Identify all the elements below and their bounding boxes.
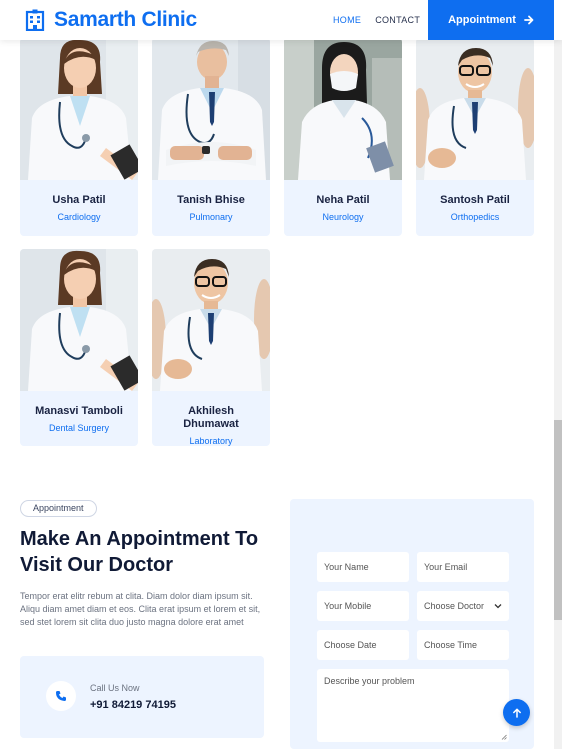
doctor-name: Usha Patil <box>52 194 106 206</box>
nav-links: HOME CONTACT <box>333 15 420 25</box>
doctor-card[interactable]: Usha Patil Cardiology <box>20 38 138 236</box>
doctor-card[interactable]: Tanish Bhise Pulmonary <box>152 38 270 236</box>
email-placeholder: Your Email <box>424 562 468 572</box>
doctor-photo <box>152 249 270 391</box>
email-input[interactable]: Your Email <box>417 552 509 582</box>
doctor-info: Manasvi Tamboli Dental Surgery <box>20 391 138 446</box>
doctor-specialty: Neurology <box>322 212 364 222</box>
doctor-info: Usha Patil Cardiology <box>20 180 138 236</box>
doctor-name: Neha Patil <box>316 194 370 206</box>
section-title: Make An Appointment To Visit Our Doctor <box>20 528 259 576</box>
hospital-icon <box>25 9 45 31</box>
nav-contact-link[interactable]: CONTACT <box>375 15 420 25</box>
doctor-name: Santosh Patil <box>440 194 510 206</box>
doctor-photo <box>20 38 138 180</box>
chevron-down-icon <box>494 604 502 609</box>
mobile-input[interactable]: Your Mobile <box>317 591 409 621</box>
appointment-button[interactable]: Appointment <box>428 0 554 40</box>
doctor-name: Akhilesh Dhumawat <box>183 405 239 430</box>
doctor-name: Tanish Bhise <box>177 194 245 206</box>
doctor-select[interactable]: Choose Doctor <box>417 591 509 621</box>
call-us-card: Call Us Now +91 84219 74195 <box>20 656 264 738</box>
doctor-info: Santosh Patil Orthopedics <box>416 180 534 236</box>
nav-home-link[interactable]: HOME <box>333 15 361 25</box>
doctor-photo <box>284 38 402 180</box>
date-input[interactable]: Choose Date <box>317 630 409 660</box>
doctor-specialty: Orthopedics <box>450 212 500 222</box>
call-label: Call Us Now <box>90 683 140 693</box>
doctor-select-value: Choose Doctor <box>424 601 485 611</box>
phone-icon[interactable] <box>46 681 76 711</box>
back-to-top-button[interactable] <box>503 699 530 726</box>
scrollbar-track[interactable] <box>554 40 562 749</box>
doctor-specialty: Laboratory <box>189 436 233 446</box>
scrollbar-thumb[interactable] <box>554 420 562 620</box>
time-input[interactable]: Choose Time <box>417 630 509 660</box>
doctor-card[interactable]: Santosh Patil Orthopedics <box>416 38 534 236</box>
arrow-up-icon <box>512 708 521 718</box>
doctor-info: Tanish Bhise Pulmonary <box>152 180 270 236</box>
doctor-specialty: Cardiology <box>57 212 101 222</box>
section-description: Tempor erat elitr rebum at clita. Diam d… <box>20 591 261 627</box>
appointment-button-label: Appointment <box>448 14 516 26</box>
name-placeholder: Your Name <box>324 562 369 572</box>
doctor-info: Neha Patil Neurology <box>284 180 402 236</box>
doctor-name: Manasvi Tamboli <box>35 405 123 417</box>
doctor-photo <box>416 38 534 180</box>
name-input[interactable]: Your Name <box>317 552 409 582</box>
doctor-photo <box>20 249 138 391</box>
problem-placeholder: Describe your problem <box>324 676 415 686</box>
doctor-card[interactable]: Neha Patil Neurology <box>284 38 402 236</box>
doctor-card[interactable]: Manasvi Tamboli Dental Surgery <box>20 249 138 446</box>
navbar: Samarth Clinic HOME CONTACT Appointment <box>0 0 562 40</box>
doctor-specialty: Pulmonary <box>189 212 233 222</box>
brand-name: Samarth Clinic <box>54 8 197 31</box>
brand-logo[interactable]: Samarth Clinic <box>24 8 197 32</box>
doctor-info: Akhilesh Dhumawat Laboratory <box>152 391 270 446</box>
resize-grip-icon[interactable] <box>501 734 507 740</box>
mobile-placeholder: Your Mobile <box>324 601 372 611</box>
problem-textarea[interactable]: Describe your problem <box>317 669 509 742</box>
time-placeholder: Choose Time <box>424 640 478 650</box>
doctor-card[interactable]: Akhilesh Dhumawat Laboratory <box>152 249 270 446</box>
arrow-right-icon <box>524 15 534 25</box>
date-placeholder: Choose Date <box>324 640 377 650</box>
doctor-specialty: Dental Surgery <box>48 423 110 433</box>
section-tag: Appointment <box>20 500 97 517</box>
call-number[interactable]: +91 84219 74195 <box>90 699 176 711</box>
doctor-photo <box>152 38 270 180</box>
